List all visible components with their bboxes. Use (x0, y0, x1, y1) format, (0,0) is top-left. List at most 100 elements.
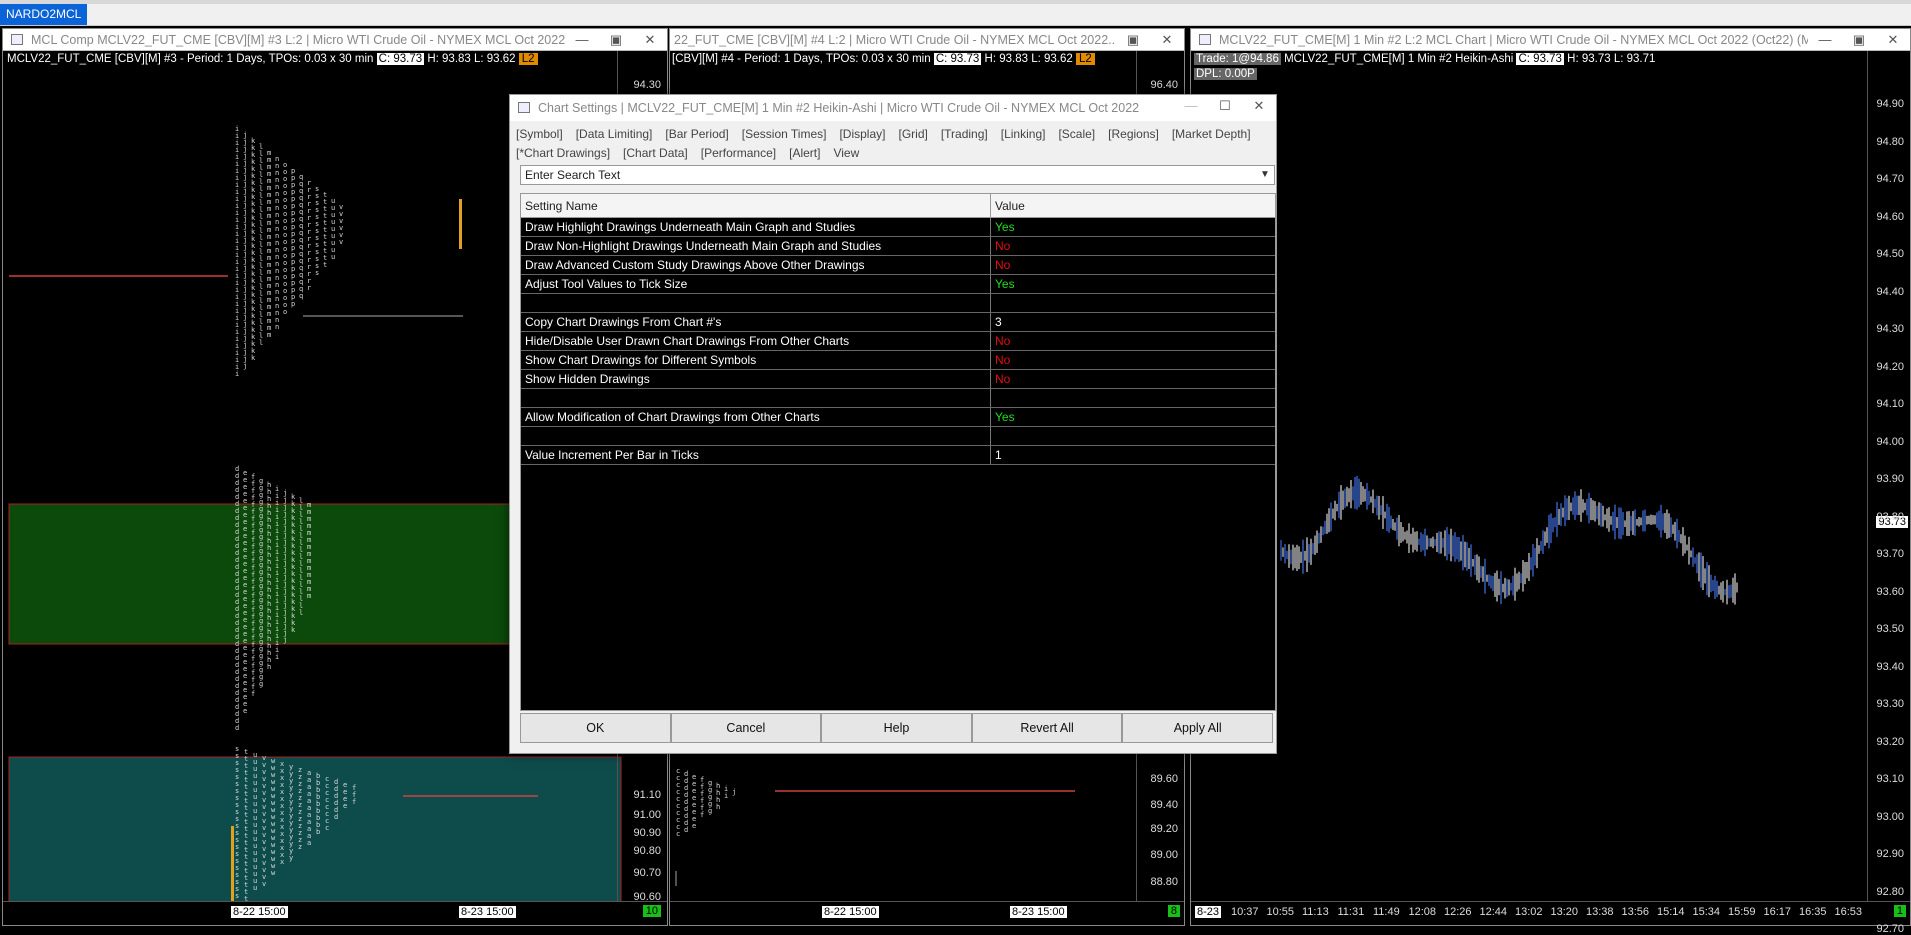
chartbook-tab[interactable]: NARDO2MCL (0, 4, 88, 25)
setting-value[interactable]: No (991, 256, 1275, 274)
tpo-letters: ccccccccccdddddddddeeeeeeeeffffffggggghh… (676, 767, 736, 838)
settings-tab[interactable]: [Display] (839, 127, 885, 141)
revert-all-button[interactable]: Revert All (971, 713, 1123, 743)
heikin-ashi-chart[interactable] (1191, 51, 1871, 901)
setting-value[interactable]: No (991, 332, 1275, 350)
price-tick: 89.40 (1150, 799, 1178, 811)
help-button[interactable]: Help (821, 713, 972, 743)
setting-value[interactable]: 1 (991, 446, 1275, 464)
close-icon[interactable]: ✕ (1150, 29, 1184, 50)
minimize-icon[interactable]: — (1174, 95, 1208, 117)
setting-row[interactable]: Adjust Tool Values to Tick Size Yes (521, 275, 1275, 294)
close-icon[interactable]: ✕ (633, 29, 667, 50)
settings-tab[interactable]: View (833, 146, 859, 160)
setting-value[interactable]: No (991, 237, 1275, 255)
settings-tab[interactable]: [Scale] (1058, 127, 1095, 141)
settings-tab[interactable]: [Alert] (789, 146, 820, 160)
time-label: 15:14 (1657, 906, 1685, 918)
setting-name: Copy Chart Drawings From Chart #'s (521, 313, 991, 331)
setting-value[interactable]: Yes (991, 408, 1275, 426)
window-title[interactable]: MCL Comp MCLV22_FUT_CME [CBV][M] #3 L:2 … (3, 29, 667, 51)
cancel-button[interactable]: Cancel (670, 713, 822, 743)
setting-row[interactable] (521, 389, 1275, 408)
tpo-letter: l (299, 609, 303, 617)
maximize-icon[interactable]: ☐ (1208, 95, 1242, 117)
chart-window-right[interactable]: MCLV22_FUT_CME[M] 1 Min #2 L:2 MCL Chart… (1190, 28, 1911, 935)
tpo-letter: j (732, 788, 736, 796)
setting-value[interactable]: No (991, 370, 1275, 388)
price-tick: 94.50 (1876, 248, 1904, 260)
setting-row[interactable]: Show Hidden Drawings No (521, 370, 1275, 389)
price-tick: 94.30 (633, 79, 661, 91)
settings-tab[interactable]: [Regions] (1108, 127, 1159, 141)
setting-row[interactable]: Hide/Disable User Drawn Chart Drawings F… (521, 332, 1275, 351)
time-axis[interactable]: 8-23 10:37 10:55 11:13 11:31 11:49 12:08 12:26 1… (1191, 901, 1910, 925)
close-icon[interactable]: ✕ (1242, 95, 1276, 117)
setting-row[interactable]: Value Increment Per Bar in Ticks 1 (521, 446, 1275, 465)
window-controls: — ▣ ✕ (565, 29, 667, 50)
setting-value[interactable] (991, 427, 1275, 445)
price-tick: 93.00 (1876, 810, 1904, 823)
setting-row[interactable] (521, 294, 1275, 313)
setting-row[interactable]: Show Chart Drawings for Different Symbol… (521, 351, 1275, 370)
price-axis[interactable]: 93.73 94.90 94.80 94.70 94.60 94.50 94.40 94.3… (1867, 51, 1910, 935)
window-title[interactable]: 22_FUT_CME [CBV][M] #4 L:2 | Micro WTI C… (670, 29, 1184, 51)
setting-value[interactable]: Yes (991, 218, 1275, 236)
settings-tab[interactable]: [Chart Data] (623, 146, 688, 160)
settings-tab[interactable]: [Bar Period] (665, 127, 728, 141)
column-header-value[interactable]: Value (991, 194, 1275, 217)
restore-icon[interactable]: ▣ (1842, 29, 1876, 50)
settings-tab[interactable]: [Linking] (1001, 127, 1046, 141)
settings-tab[interactable]: [Session Times] (742, 127, 827, 141)
restore-icon[interactable]: ▣ (1116, 29, 1150, 50)
settings-tab[interactable]: [Data Limiting] (576, 127, 653, 141)
price-tick: 93.90 (1876, 473, 1904, 485)
time-label: 8-22 15:00 (231, 906, 288, 918)
settings-tab[interactable]: [Trading] (941, 127, 988, 141)
setting-value[interactable] (991, 389, 1275, 407)
close-icon[interactable]: ✕ (1876, 29, 1910, 50)
setting-row[interactable]: Copy Chart Drawings From Chart #'s 3 (521, 313, 1275, 332)
chevron-down-icon[interactable]: ▼ (1256, 166, 1274, 184)
setting-value[interactable]: Yes (991, 275, 1275, 293)
setting-row[interactable]: Draw Non-Highlight Drawings Underneath M… (521, 237, 1275, 256)
settings-tab[interactable]: [Market Depth] (1172, 127, 1251, 141)
column-header-name[interactable]: Setting Name (521, 194, 991, 217)
ok-button[interactable]: OK (520, 713, 671, 743)
tpo-letter: q (299, 292, 303, 300)
restore-icon[interactable]: ▣ (599, 29, 633, 50)
chart-settings-dialog[interactable]: Chart Settings | MCLV22_FUT_CME[M] 1 Min… (509, 94, 1277, 754)
setting-row[interactable]: Draw Highlight Drawings Underneath Main … (521, 218, 1275, 237)
settings-tab[interactable]: [Performance] (701, 146, 776, 160)
time-label: 16:53 (1834, 906, 1863, 918)
setting-row[interactable]: Allow Modification of Chart Drawings fro… (521, 408, 1275, 427)
setting-value[interactable] (991, 294, 1275, 312)
setting-value[interactable]: 3 (991, 313, 1275, 331)
setting-row[interactable] (521, 427, 1275, 446)
setting-name: Show Hidden Drawings (521, 370, 991, 388)
time-label: 13:02 (1515, 906, 1543, 918)
setting-row[interactable]: Draw Advanced Custom Study Drawings Abov… (521, 256, 1275, 275)
dialog-title-bar[interactable]: Chart Settings | MCLV22_FUT_CME[M] 1 Min… (510, 95, 1276, 121)
tpo-letter: r (307, 284, 311, 292)
minimize-icon[interactable]: — (565, 29, 599, 50)
time-axis[interactable]: 8-22 15:00 8-23 15:00 8 (670, 901, 1184, 925)
time-axis[interactable]: 8-22 15:00 8-23 15:00 10 (3, 901, 667, 925)
minimize-icon[interactable]: — (1808, 29, 1842, 50)
price-bars (1280, 475, 1738, 605)
settings-grid[interactable]: Setting Name Value Draw Highlight Drawin… (520, 193, 1276, 711)
tpo-letter: d (684, 826, 688, 834)
price-tick: 93.40 (1876, 660, 1904, 673)
time-label: 10:37 (1231, 906, 1259, 918)
time-label: 11:13 (1302, 906, 1329, 918)
setting-value[interactable]: No (991, 351, 1275, 369)
settings-tab[interactable]: [*Chart Drawings] (516, 146, 610, 160)
window-title[interactable]: MCLV22_FUT_CME[M] 1 Min #2 L:2 MCL Chart… (1191, 29, 1910, 51)
tpo-letter: p (291, 300, 295, 308)
search-input[interactable]: Enter Search Text ▼ (520, 165, 1275, 185)
dialog-buttons: OK Cancel Help Revert All Apply All (520, 713, 1273, 743)
apply-all-button[interactable]: Apply All (1122, 713, 1273, 743)
settings-tab[interactable]: [Symbol] (516, 127, 563, 141)
tpo-letter: i (724, 792, 728, 800)
settings-tab[interactable]: [Grid] (898, 127, 927, 141)
